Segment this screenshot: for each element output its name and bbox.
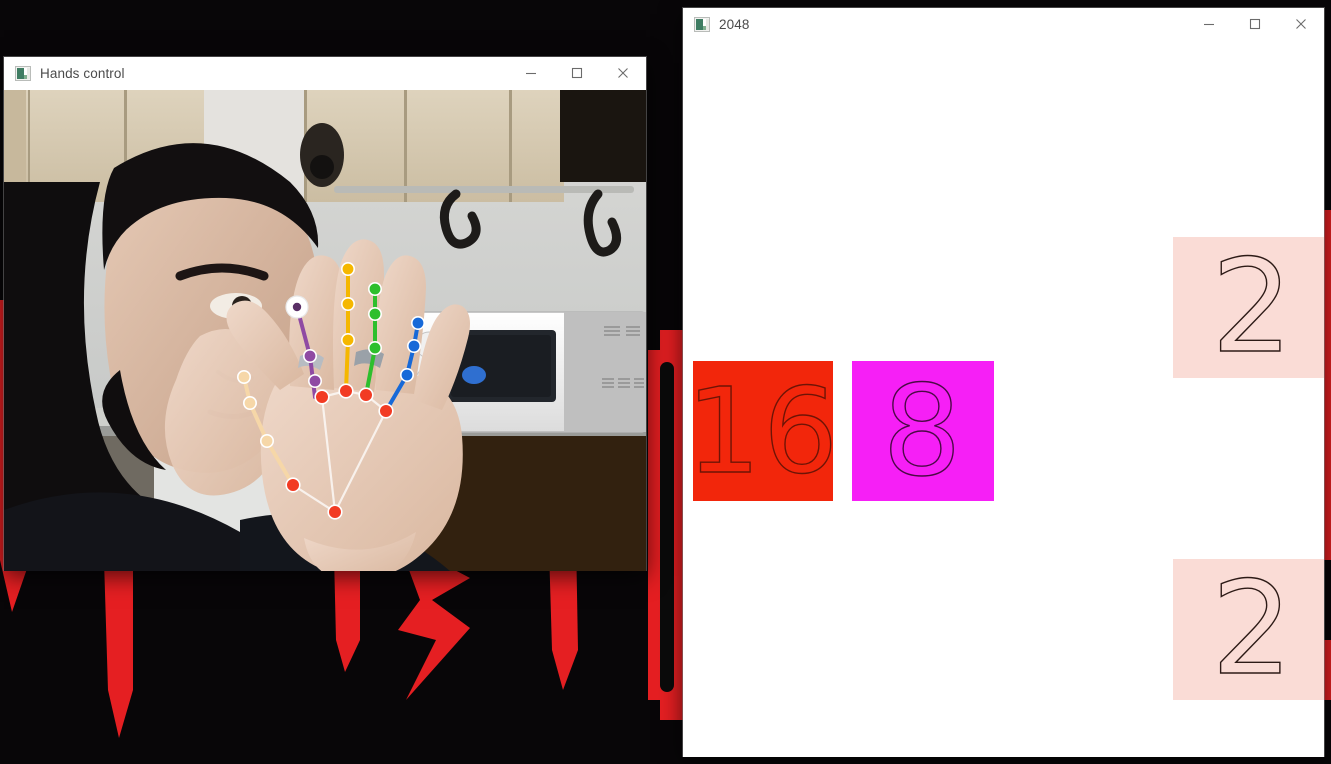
game-2048-window[interactable]: 2048 2 2 16 8 <box>683 8 1324 757</box>
hands-control-titlebar[interactable]: Hands control <box>4 57 646 90</box>
minimize-icon <box>526 72 536 75</box>
tile-value: 8 <box>882 358 964 504</box>
game-status-block: Press "Esc" to exit Score: 48 Best score… <box>697 709 1160 757</box>
maximize-icon <box>571 67 583 79</box>
close-button[interactable] <box>600 57 646 89</box>
minimize-button[interactable] <box>508 57 554 89</box>
tile-16: 16 <box>685 361 839 501</box>
close-icon <box>618 68 628 78</box>
tile-value: 2 <box>1211 232 1295 382</box>
hands-control-window[interactable]: Hands control <box>4 57 646 571</box>
webcam-feed-canvas <box>4 90 646 571</box>
game-2048-titlebar[interactable]: 2048 <box>683 8 1324 41</box>
tile-2-bottom: 2 <box>1173 559 1324 700</box>
game-2048-title: 2048 <box>719 16 750 32</box>
minimize-button[interactable] <box>1186 8 1232 40</box>
hands-control-title: Hands control <box>40 65 125 81</box>
opencv-window-icon <box>15 65 31 81</box>
webcam-frame <box>4 90 646 571</box>
close-icon <box>1296 19 1306 29</box>
tile-value: 2 <box>1211 554 1295 704</box>
tile-8: 8 <box>852 361 994 501</box>
tile-2-top: 2 <box>1173 237 1324 378</box>
tile-value: 16 <box>685 362 841 500</box>
game-2048-board[interactable]: 2 2 16 8 Press "Esc" to exit Score: 48 B… <box>683 41 1324 757</box>
maximize-button[interactable] <box>554 57 600 89</box>
maximize-button[interactable] <box>1232 8 1278 40</box>
maximize-icon <box>1249 18 1261 30</box>
minimize-icon <box>1204 23 1214 26</box>
hands-control-window-controls <box>508 57 646 89</box>
opencv-window-icon <box>694 16 710 32</box>
game-2048-window-controls <box>1186 8 1324 40</box>
close-button[interactable] <box>1278 8 1324 40</box>
